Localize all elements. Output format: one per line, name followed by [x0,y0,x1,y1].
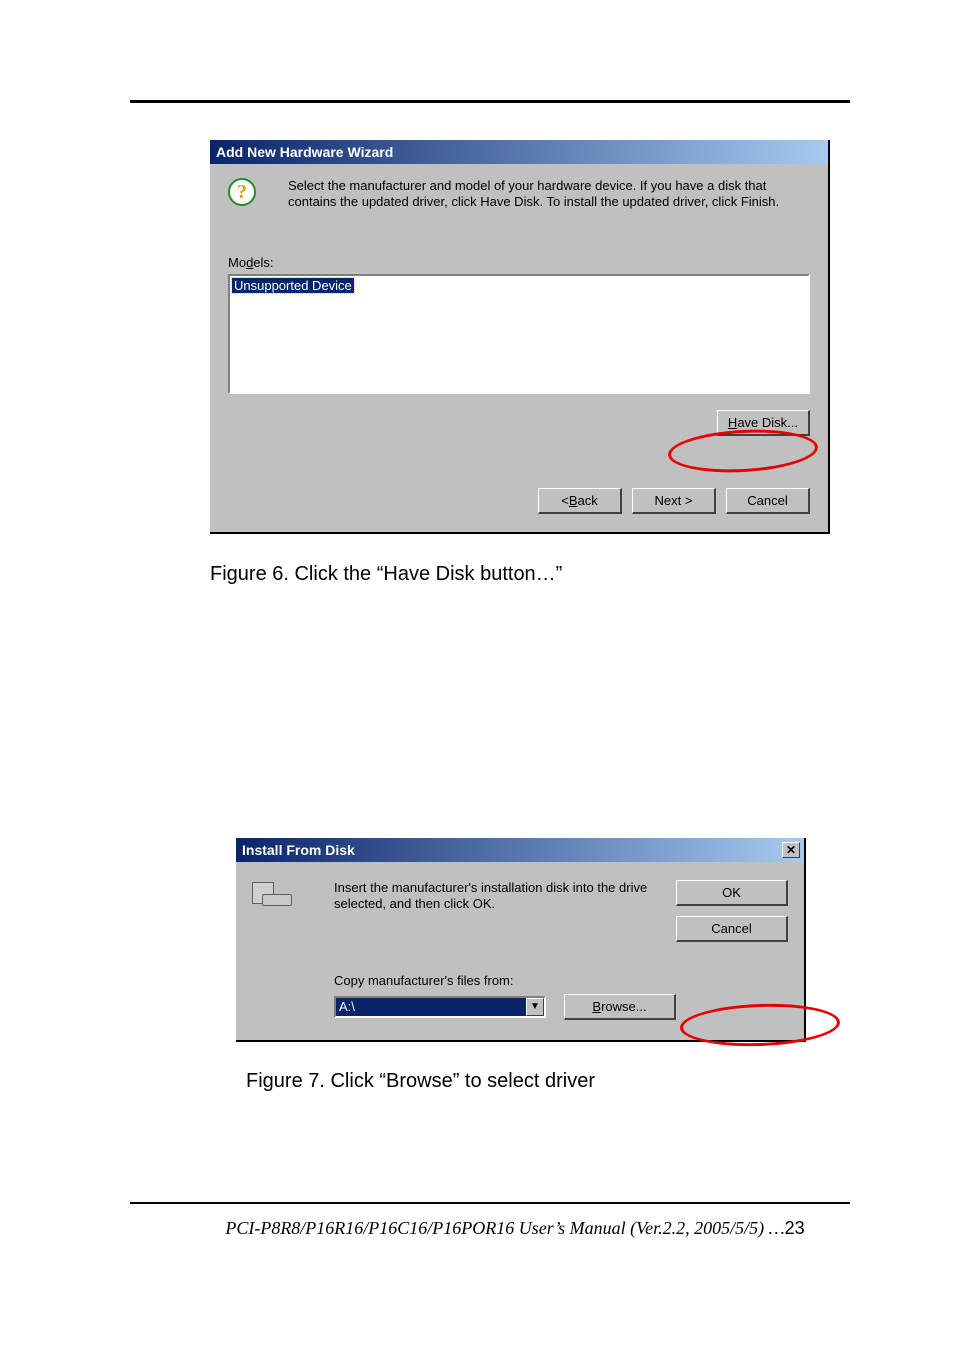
question-icon [228,178,256,206]
page-footer: PCI-P8R8/P16R16/P16C16/P16POR16 User’s M… [180,1218,850,1239]
figure-6-caption: Figure 6. Click the “Have Disk button…” [210,563,562,586]
back-button[interactable]: < Back [538,488,622,514]
cancel-button[interactable]: Cancel [726,488,810,514]
models-label-pre: Mo [228,255,246,270]
back-lt: < [561,493,569,508]
browse-rest: rowse... [601,999,647,1014]
browse-accel: B [592,999,601,1014]
dialog1-titlebar: Add New Hardware Wizard [210,140,828,164]
dialog2-title: Install From Disk [242,842,355,858]
add-hardware-wizard-dialog: Add New Hardware Wizard Select the manuf… [210,140,830,534]
ok-label: OK [722,885,741,900]
footer-text: PCI-P8R8/P16R16/P16C16/P16POR16 User’s M… [225,1218,784,1238]
cancel-label: Cancel [747,493,787,508]
dialog1-intro-text: Select the manufacturer and model of you… [288,178,810,211]
page-top-rule [130,100,850,103]
drive-combobox[interactable]: A:\ ▼ [334,996,546,1018]
cancel-button-2[interactable]: Cancel [676,916,788,942]
models-label: Models: [228,255,810,270]
dialog1-title: Add New Hardware Wizard [216,144,393,160]
cancel-label-2: Cancel [711,921,751,936]
figure-7-caption: Figure 7. Click “Browse” to select drive… [246,1070,595,1093]
close-icon[interactable]: ✕ [782,842,800,858]
dialog2-titlebar: Install From Disk ✕ [236,838,804,862]
browse-button[interactable]: Browse... [564,994,676,1020]
chevron-down-icon[interactable]: ▼ [526,998,544,1016]
back-rest: ack [578,493,598,508]
ok-button[interactable]: OK [676,880,788,906]
copy-from-label: Copy manufacturer's files from: [334,973,676,988]
list-item[interactable]: Unsupported Device [232,278,354,293]
have-disk-button[interactable]: Have Disk... [717,410,810,436]
next-label: Next > [655,493,693,508]
disk-drive-icon [252,882,292,906]
models-label-post: els: [253,255,273,270]
models-listbox[interactable]: Unsupported Device [228,274,810,394]
install-from-disk-dialog: Install From Disk ✕ Insert the manufactu… [236,838,806,1042]
back-accel: B [569,493,578,508]
dialog2-intro-text: Insert the manufacturer's installation d… [334,880,664,913]
next-button[interactable]: Next > [632,488,716,514]
page-bottom-rule [130,1202,850,1204]
have-disk-accel: H [728,415,737,430]
have-disk-label: ave Disk... [737,415,798,430]
drive-combobox-value: A:\ [336,998,526,1016]
page-number: 23 [785,1218,805,1238]
